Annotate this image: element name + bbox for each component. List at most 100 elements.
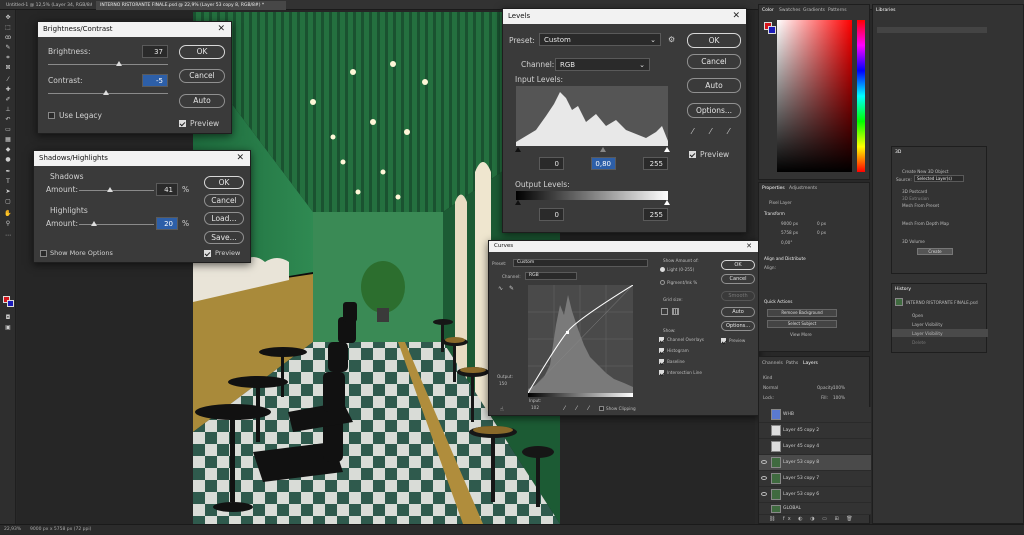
tab-interno[interactable]: INTERNO RISTORANTE FINALE.psd @ 22,9% (L… bbox=[96, 1, 286, 10]
close-icon[interactable]: ✕ bbox=[732, 9, 740, 24]
histogram-checkbox[interactable] bbox=[659, 348, 664, 353]
ok-button[interactable]: OK bbox=[204, 176, 244, 189]
input-white-field[interactable]: 255 bbox=[643, 157, 668, 170]
layer-row[interactable]: GLOBAL bbox=[759, 503, 871, 515]
input-value[interactable]: 102 bbox=[531, 405, 539, 410]
preview-checkbox[interactable] bbox=[689, 151, 696, 158]
curves-graph[interactable] bbox=[527, 284, 634, 394]
channel-select[interactable]: RGB bbox=[525, 272, 577, 280]
load-button[interactable]: Load... bbox=[204, 212, 244, 225]
save-button[interactable]: Save... bbox=[204, 231, 244, 244]
y-field[interactable]: 0 px bbox=[817, 230, 826, 235]
source-select[interactable]: Selected Layer(s) bbox=[914, 175, 964, 182]
auto-button[interactable]: Auto bbox=[721, 307, 755, 317]
tab-adjustments[interactable]: Adjustments bbox=[789, 186, 817, 191]
option-extrusion[interactable]: 3D Extrusion bbox=[902, 196, 929, 201]
brush-tool-icon[interactable]: ✐ bbox=[4, 96, 12, 103]
width-field[interactable]: 9000 px bbox=[781, 221, 798, 226]
black-eyedropper-icon[interactable]: ⁄ bbox=[564, 405, 565, 412]
eraser-tool-icon[interactable]: ▭ bbox=[4, 126, 12, 133]
output-value[interactable]: 150 bbox=[499, 381, 507, 386]
type-tool-icon[interactable]: T bbox=[4, 178, 12, 185]
input-black-field[interactable]: 0 bbox=[539, 157, 564, 170]
channel-overlays-checkbox[interactable] bbox=[659, 337, 664, 342]
quick-select-tool-icon[interactable]: ✎ bbox=[4, 44, 12, 51]
crop-tool-icon[interactable]: ⌗ bbox=[4, 54, 12, 61]
shadows-amount-field[interactable]: 41 bbox=[156, 183, 178, 196]
x-field[interactable]: 0 px bbox=[817, 221, 826, 226]
input-white-slider[interactable] bbox=[664, 147, 670, 152]
preset-select[interactable]: Custom bbox=[513, 259, 648, 267]
highlights-slider-knob[interactable] bbox=[91, 221, 97, 226]
brightness-slider-knob[interactable] bbox=[115, 61, 122, 66]
contrast-slider-knob[interactable] bbox=[102, 90, 109, 95]
tab-libraries[interactable]: Libraries bbox=[876, 8, 895, 13]
gray-eyedropper-icon[interactable]: ⁄ bbox=[710, 127, 711, 136]
hand-tool-icon[interactable]: ✋ bbox=[4, 210, 12, 217]
history-item[interactable]: Open bbox=[912, 313, 923, 318]
remove-background-button[interactable]: Remove Background bbox=[767, 309, 837, 317]
select-subject-button[interactable]: Select Subject bbox=[767, 320, 837, 328]
options-button[interactable]: Options... bbox=[687, 103, 741, 118]
blend-mode-select[interactable]: Normal bbox=[763, 385, 778, 390]
stamp-tool-icon[interactable]: ⊥ bbox=[4, 106, 12, 113]
output-black-field[interactable]: 0 bbox=[539, 208, 564, 221]
auto-button[interactable]: Auto bbox=[687, 78, 741, 93]
gray-eyedropper-icon[interactable]: ⁄ bbox=[576, 405, 577, 412]
hue-slider[interactable] bbox=[857, 20, 865, 172]
tab-patterns[interactable]: Patterns bbox=[828, 8, 847, 13]
create-button[interactable]: Create bbox=[917, 248, 953, 255]
opacity-value[interactable]: 100% bbox=[833, 385, 845, 390]
brightness-field[interactable]: 37 bbox=[142, 45, 168, 58]
white-eyedropper-icon[interactable]: ⁄ bbox=[588, 405, 589, 412]
preset-select[interactable]: Custom ⌄ bbox=[539, 33, 661, 46]
pen-tool-icon[interactable]: ✒ bbox=[4, 168, 12, 175]
tab-gradients[interactable]: Gradients bbox=[803, 8, 825, 13]
detailed-grid-icon[interactable] bbox=[672, 308, 679, 315]
visibility-eye-icon[interactable] bbox=[761, 460, 767, 464]
option-postcard[interactable]: 3D Postcard bbox=[902, 189, 927, 194]
close-icon[interactable]: ✕ bbox=[236, 151, 244, 166]
output-white-slider[interactable] bbox=[664, 200, 670, 205]
ok-button[interactable]: OK bbox=[721, 260, 755, 270]
gear-icon[interactable]: ⚙ bbox=[668, 35, 675, 44]
frame-tool-icon[interactable]: ⊠ bbox=[4, 64, 12, 71]
option-mesh-preset[interactable]: Mesh From Preset bbox=[902, 203, 939, 208]
output-white-field[interactable]: 255 bbox=[643, 208, 668, 221]
preview-checkbox[interactable] bbox=[204, 250, 211, 257]
tab-color[interactable]: Color bbox=[762, 8, 774, 13]
path-select-tool-icon[interactable]: ➤ bbox=[4, 188, 12, 195]
cancel-button[interactable]: Cancel bbox=[721, 274, 755, 284]
more-tools-icon[interactable]: ⋯ bbox=[4, 232, 12, 239]
close-icon[interactable]: ✕ bbox=[217, 22, 225, 37]
curve-point-tool-icon[interactable]: ∿ bbox=[498, 285, 503, 292]
background-swatch[interactable] bbox=[768, 26, 776, 34]
marquee-tool-icon[interactable]: ⬚ bbox=[4, 24, 12, 31]
shadows-slider-track[interactable] bbox=[79, 190, 154, 191]
dodge-tool-icon[interactable]: ● bbox=[4, 156, 12, 163]
ok-button[interactable]: OK bbox=[179, 45, 225, 59]
cancel-button[interactable]: Cancel bbox=[179, 69, 225, 83]
option-depth-map[interactable]: Mesh From Depth Map bbox=[902, 221, 949, 226]
baseline-checkbox[interactable] bbox=[659, 359, 664, 364]
white-eyedropper-icon[interactable]: ⁄ bbox=[728, 127, 729, 136]
shadows-slider-knob[interactable] bbox=[106, 187, 113, 192]
history-item[interactable]: Layer Visibility bbox=[912, 322, 943, 327]
history-brush-tool-icon[interactable]: ↶ bbox=[4, 116, 12, 123]
input-black-slider[interactable] bbox=[515, 147, 521, 152]
move-tool-icon[interactable]: ✥ bbox=[4, 14, 12, 21]
preview-checkbox[interactable] bbox=[179, 120, 186, 127]
fill-value[interactable]: 100% bbox=[833, 395, 845, 400]
libraries-search[interactable] bbox=[877, 27, 987, 33]
layer-row[interactable]: Layer 53 copy 6 bbox=[759, 487, 871, 503]
tab-3d[interactable]: 3D bbox=[895, 150, 901, 155]
color-field[interactable] bbox=[777, 20, 852, 172]
pigment-radio[interactable] bbox=[660, 280, 665, 285]
layer-row[interactable]: Layer 45 copy 2 bbox=[759, 423, 871, 439]
visibility-eye-icon[interactable] bbox=[761, 492, 767, 496]
show-more-options-checkbox[interactable] bbox=[40, 250, 47, 257]
intersection-line-checkbox[interactable] bbox=[659, 370, 664, 375]
tab-history[interactable]: History bbox=[895, 287, 911, 292]
channel-select[interactable]: RGB ⌄ bbox=[555, 58, 650, 71]
output-black-slider[interactable] bbox=[515, 200, 521, 205]
